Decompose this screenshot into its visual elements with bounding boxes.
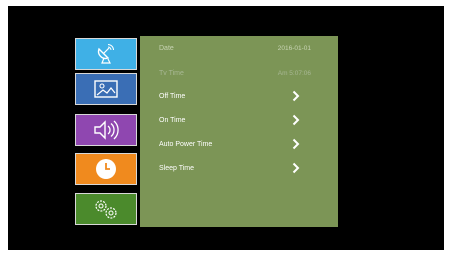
tv-time-value: Am 5:07:06 <box>277 69 311 77</box>
sleep-time-item[interactable]: Sleep Time <box>140 157 338 179</box>
tab-time[interactable] <box>75 153 137 185</box>
tv-time-row: Tv Time Am 5:07:06 <box>140 62 338 84</box>
off-time-label: Off Time <box>159 92 186 100</box>
satellite-dish-icon <box>97 44 114 64</box>
off-time-item[interactable]: Off Time <box>140 85 338 107</box>
auto-power-time-item[interactable]: Auto Power Time <box>140 133 338 155</box>
chevron-right-icon <box>292 90 300 102</box>
date-row: Date 2016-01-01 <box>140 37 338 59</box>
picture-icon <box>94 80 118 98</box>
speaker-icon <box>94 120 119 140</box>
tab-sound[interactable] <box>75 114 137 146</box>
sleep-time-label: Sleep Time <box>159 164 195 172</box>
on-time-item[interactable]: On Time <box>140 109 338 131</box>
auto-power-time-label: Auto Power Time <box>159 140 213 148</box>
on-time-label: On Time <box>159 116 186 124</box>
clock-icon <box>96 159 116 179</box>
tab-settings[interactable] <box>75 193 137 225</box>
tab-picture[interactable] <box>75 73 137 105</box>
date-label: Date <box>159 44 174 52</box>
time-menu-panel: Date 2016-01-01 Tv Time Am 5:07:06 Off T… <box>140 36 338 227</box>
tv-time-label: Tv Time <box>159 69 184 77</box>
chevron-right-icon <box>292 114 300 126</box>
gears-icon <box>95 200 117 219</box>
tab-channel[interactable] <box>75 38 137 70</box>
chevron-right-icon <box>292 162 300 174</box>
chevron-right-icon <box>292 138 300 150</box>
date-value: 2016-01-01 <box>277 44 311 52</box>
